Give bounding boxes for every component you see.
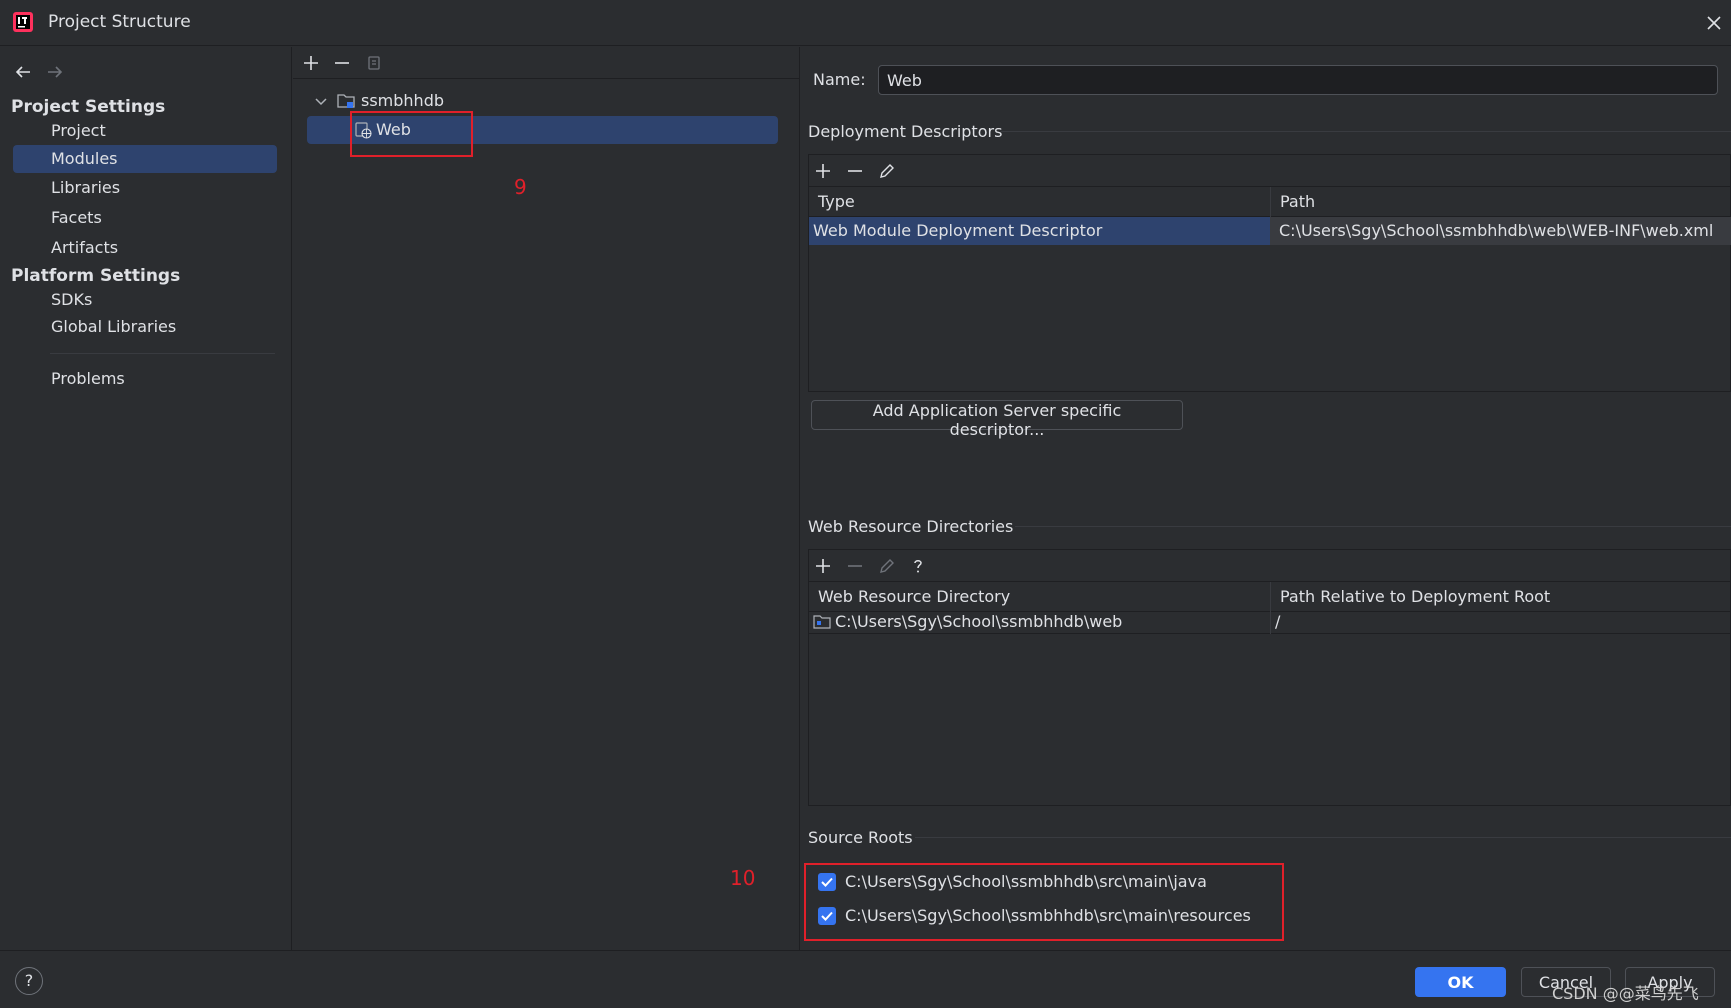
deployment-descriptors-table: Type Path Web Module Deployment Descript… xyxy=(808,154,1731,392)
column-header-relative-path[interactable]: Path Relative to Deployment Root xyxy=(1271,582,1731,612)
annotation-highlight-box xyxy=(350,111,473,157)
remove-icon[interactable] xyxy=(331,52,353,74)
table-cell-type[interactable]: Web Module Deployment Descriptor xyxy=(809,217,1270,245)
help-question-icon[interactable] xyxy=(907,555,929,577)
module-folder-icon xyxy=(336,92,356,110)
back-arrow-icon[interactable] xyxy=(12,61,34,83)
help-button[interactable]: ? xyxy=(15,967,43,995)
window-title: Project Structure xyxy=(48,12,191,32)
table-cell-path[interactable]: C:\Users\Sgy\School\ssmbhhdb\web\WEB-INF… xyxy=(1271,217,1731,245)
table-cell-relative-path[interactable]: / xyxy=(1271,610,1731,634)
ok-button[interactable]: OK xyxy=(1415,967,1506,997)
add-icon[interactable] xyxy=(812,160,834,182)
column-header-path[interactable]: Path xyxy=(1271,187,1731,217)
copy-icon xyxy=(363,52,385,74)
intellij-logo-icon xyxy=(12,11,34,33)
sidebar-item-artifacts[interactable]: Artifacts xyxy=(13,234,277,262)
table-row[interactable]: C:\Users\Sgy\School\ssmbhhdb\web xyxy=(809,610,1270,634)
column-header-type[interactable]: Type xyxy=(809,187,1271,217)
web-resource-directories-table: Web Resource Directory Path Relative to … xyxy=(808,549,1731,806)
sidebar-item-facets[interactable]: Facets xyxy=(13,204,277,232)
annotation-number-10: 10 xyxy=(730,866,756,890)
deployment-descriptors-title: Deployment Descriptors xyxy=(808,122,1003,141)
web-resource-directories-title: Web Resource Directories xyxy=(808,517,1014,536)
column-header-web-resource-directory[interactable]: Web Resource Directory xyxy=(809,582,1271,612)
group-divider xyxy=(915,837,1731,838)
sidebar-item-modules[interactable]: Modules xyxy=(13,145,277,173)
group-divider xyxy=(1015,526,1731,527)
source-roots-title: Source Roots xyxy=(808,828,913,847)
sidebar-item-libraries[interactable]: Libraries xyxy=(13,174,277,202)
resources-toolbar xyxy=(809,550,1730,582)
remove-icon xyxy=(844,555,866,577)
annotation-number-9: 9 xyxy=(514,175,527,199)
tree-toolbar xyxy=(293,47,800,79)
remove-icon[interactable] xyxy=(844,160,866,182)
web-facet-detail-panel: Name: Deployment Descriptors Type Path W… xyxy=(801,47,1731,950)
sidebar-divider xyxy=(50,353,275,354)
edit-pencil-icon xyxy=(876,555,898,577)
sidebar-item-global-libraries[interactable]: Global Libraries xyxy=(13,313,277,341)
sidebar-item-sdks[interactable]: SDKs xyxy=(13,286,277,314)
watermark: CSDN @@菜鸟先飞 xyxy=(1552,984,1699,1003)
close-icon[interactable] xyxy=(1703,12,1725,34)
descriptors-toolbar xyxy=(809,155,1730,187)
add-icon[interactable] xyxy=(300,52,322,74)
dialog-footer: ? OK Cancel Apply CSDN @@菜鸟先飞 xyxy=(0,950,1731,1008)
name-label: Name: xyxy=(813,70,866,89)
forward-arrow-icon[interactable] xyxy=(44,61,66,83)
project-settings-heading: Project Settings xyxy=(11,97,166,117)
sidebar-item-project[interactable]: Project xyxy=(13,117,277,145)
platform-settings-heading: Platform Settings xyxy=(11,266,181,286)
name-field[interactable] xyxy=(878,65,1718,95)
title-bar: Project Structure xyxy=(0,0,1731,46)
module-tree-panel: ssmbhhdb Web 9 xyxy=(293,47,800,950)
add-server-descriptor-button[interactable]: Add Application Server specific descript… xyxy=(811,400,1183,439)
folder-icon xyxy=(813,614,831,630)
settings-sidebar: Project Settings Project Modules Librari… xyxy=(0,47,292,950)
annotation-highlight-box xyxy=(804,863,1284,941)
edit-pencil-icon[interactable] xyxy=(876,160,898,182)
resource-directory-path: C:\Users\Sgy\School\ssmbhhdb\web xyxy=(835,612,1123,631)
chevron-down-icon[interactable] xyxy=(311,91,331,111)
sidebar-item-problems[interactable]: Problems xyxy=(13,365,277,393)
add-icon[interactable] xyxy=(812,555,834,577)
group-divider xyxy=(1001,131,1731,132)
